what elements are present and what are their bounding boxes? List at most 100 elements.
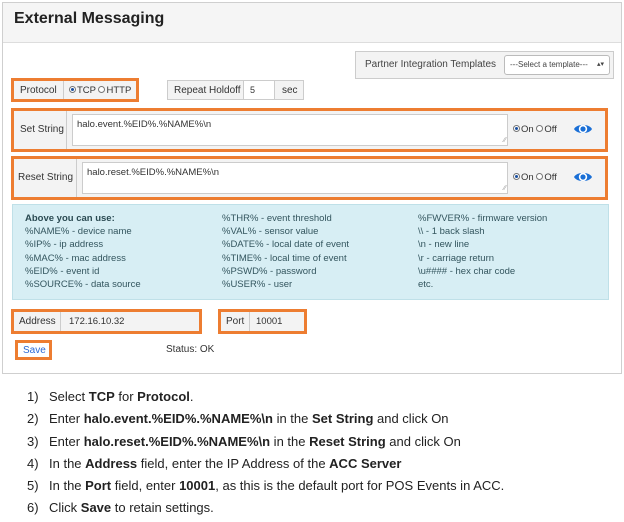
eye-icon[interactable] bbox=[573, 120, 593, 138]
step-number: 1) bbox=[27, 389, 39, 404]
protocol-http-radio[interactable] bbox=[98, 85, 106, 93]
reset-string-on-radio[interactable] bbox=[513, 172, 520, 180]
step-part: In the bbox=[49, 478, 86, 494]
status-text: Status: OK bbox=[166, 344, 215, 355]
step-part-bold: Address bbox=[85, 455, 138, 471]
partner-templates-group: Partner Integration Templates ---Select … bbox=[355, 51, 614, 79]
step-part-bold: TCP bbox=[88, 389, 115, 404]
divider bbox=[66, 111, 67, 149]
port-input[interactable]: 10001 bbox=[256, 316, 282, 327]
reset-string-group: Reset String halo.reset.%EID%.%NAME%\n ∕… bbox=[11, 156, 608, 200]
info-line: %FWVER% - firmware version bbox=[418, 213, 548, 224]
info-heading: Above you can use: bbox=[25, 213, 115, 224]
step-text: In the Address field, enter the IP Addre… bbox=[49, 456, 401, 471]
step-part: to retain settings. bbox=[111, 500, 214, 516]
step-part: and click On bbox=[373, 411, 449, 427]
port-group: Port 10001 bbox=[218, 309, 307, 334]
step-part: for bbox=[114, 389, 138, 404]
info-line: \r - carriage return bbox=[418, 252, 495, 264]
repeat-holdoff-label: Repeat Holdoff bbox=[174, 85, 241, 96]
step-part-bold: ACC Server bbox=[329, 455, 402, 471]
template-select[interactable]: ---Select a template--- ▴▾ bbox=[504, 55, 610, 75]
info-line: %PSWD% - password bbox=[222, 265, 317, 277]
step-part: field, enter the IP Address of the bbox=[137, 455, 330, 471]
protocol-tcp-label[interactable]: TCP bbox=[77, 85, 96, 96]
set-string-off-radio[interactable] bbox=[536, 124, 544, 132]
reset-string-textarea[interactable]: halo.reset.%EID%.%NAME%\n ∕∕ bbox=[82, 162, 508, 194]
instruction-step: 4) In the Address field, enter the IP Ad… bbox=[27, 456, 617, 478]
resize-handle-icon[interactable]: ∕∕ bbox=[504, 137, 506, 144]
step-number: 2) bbox=[27, 411, 39, 427]
step-part-bold: Save bbox=[80, 500, 112, 516]
info-line: etc. bbox=[418, 279, 434, 291]
info-line: %USER% - user bbox=[222, 279, 293, 291]
info-column-1: Above you can use: %NAME% - device name … bbox=[25, 212, 141, 291]
divider bbox=[60, 312, 61, 331]
step-text: Click Save to retain settings. bbox=[49, 500, 214, 515]
instruction-step: 5) In the Port field, enter 10001, as th… bbox=[27, 478, 617, 500]
set-string-on-label[interactable]: On bbox=[521, 124, 534, 135]
step-part: , as this is the default port for POS Ev… bbox=[215, 478, 505, 494]
set-string-value: halo.event.%EID%.%NAME%\n bbox=[77, 119, 212, 130]
info-line: %THR% - event threshold bbox=[222, 213, 332, 224]
reset-string-value: halo.reset.%EID%.%NAME%\n bbox=[87, 167, 219, 178]
repeat-holdoff-input[interactable]: 5 bbox=[243, 80, 275, 100]
divider bbox=[249, 312, 250, 331]
instruction-list: 1) Select TCP for Protocol. 2) Enter hal… bbox=[27, 389, 617, 522]
set-string-off-label[interactable]: Off bbox=[544, 124, 557, 135]
step-part: in the bbox=[272, 411, 312, 427]
port-label: Port bbox=[226, 316, 245, 327]
protocol-http-label[interactable]: HTTP bbox=[106, 85, 131, 96]
step-number: 6) bbox=[27, 500, 39, 516]
info-line: \n - new line bbox=[418, 239, 470, 251]
step-part-bold: halo.event.%EID%.%NAME%\n bbox=[83, 411, 273, 427]
info-line: %SOURCE% - data source bbox=[25, 279, 141, 291]
address-input[interactable]: 172.16.10.32 bbox=[69, 316, 124, 327]
divider bbox=[63, 81, 64, 99]
step-text: Enter halo.reset.%EID%.%NAME%\n in the R… bbox=[49, 434, 461, 449]
set-string-toggle: On Off bbox=[513, 124, 557, 135]
info-line: %IP% - ip address bbox=[25, 239, 104, 251]
step-part-bold: Reset String bbox=[309, 433, 386, 449]
step-part-bold: Protocol bbox=[137, 389, 190, 404]
repeat-holdoff-unit: sec bbox=[282, 85, 298, 96]
step-part-bold: halo.reset.%EID%.%NAME%\n bbox=[83, 433, 271, 449]
info-line: %EID% - event id bbox=[25, 265, 100, 277]
set-string-label: Set String bbox=[20, 124, 64, 135]
info-column-2: %THR% - event threshold %VAL% - sensor v… bbox=[222, 212, 349, 291]
step-part: . bbox=[189, 389, 194, 404]
address-group: Address 172.16.10.32 bbox=[11, 309, 202, 334]
template-select-value: ---Select a template--- bbox=[510, 60, 588, 69]
updown-arrow-icon: ▴▾ bbox=[596, 61, 604, 68]
partner-templates-label: Partner Integration Templates bbox=[365, 59, 497, 70]
reset-string-on-label[interactable]: On bbox=[521, 172, 534, 183]
protocol-label: Protocol bbox=[20, 85, 57, 96]
divider bbox=[76, 159, 77, 197]
repeat-holdoff-group: Repeat Holdoff 5 sec bbox=[167, 80, 304, 100]
instruction-step: 2) Enter halo.event.%EID%.%NAME%\n in th… bbox=[27, 411, 617, 433]
variables-info-box: Above you can use: %NAME% - device name … bbox=[12, 204, 609, 300]
step-part: Enter bbox=[49, 411, 84, 427]
protocol-group: Protocol TCP HTTP bbox=[11, 78, 139, 102]
set-string-on-radio[interactable] bbox=[513, 124, 520, 132]
eye-icon[interactable] bbox=[573, 168, 593, 186]
step-part: and click On bbox=[385, 433, 461, 449]
panel-header: External Messaging bbox=[3, 3, 621, 43]
step-text: Enter halo.event.%EID%.%NAME%\n in the S… bbox=[49, 411, 449, 426]
step-number: 5) bbox=[27, 478, 39, 494]
protocol-options: TCP HTTP bbox=[69, 85, 131, 96]
reset-string-off-label[interactable]: Off bbox=[544, 172, 557, 183]
step-part: Select bbox=[49, 389, 89, 404]
info-line: %NAME% - device name bbox=[25, 226, 132, 238]
set-string-textarea[interactable]: halo.event.%EID%.%NAME%\n ∕∕ bbox=[72, 114, 508, 146]
instruction-step: 1) Select TCP for Protocol. bbox=[27, 389, 617, 411]
resize-handle-icon[interactable]: ∕∕ bbox=[504, 185, 506, 192]
reset-string-off-radio[interactable] bbox=[536, 172, 544, 180]
step-part: Enter bbox=[49, 433, 84, 449]
info-line: \\ - 1 back slash bbox=[418, 226, 485, 238]
step-part-bold: Port bbox=[85, 478, 112, 494]
protocol-tcp-radio[interactable] bbox=[69, 85, 76, 93]
save-button[interactable]: Save bbox=[15, 340, 52, 360]
address-label: Address bbox=[19, 316, 56, 327]
info-column-3: %FWVER% - firmware version \\ - 1 back s… bbox=[418, 212, 547, 291]
